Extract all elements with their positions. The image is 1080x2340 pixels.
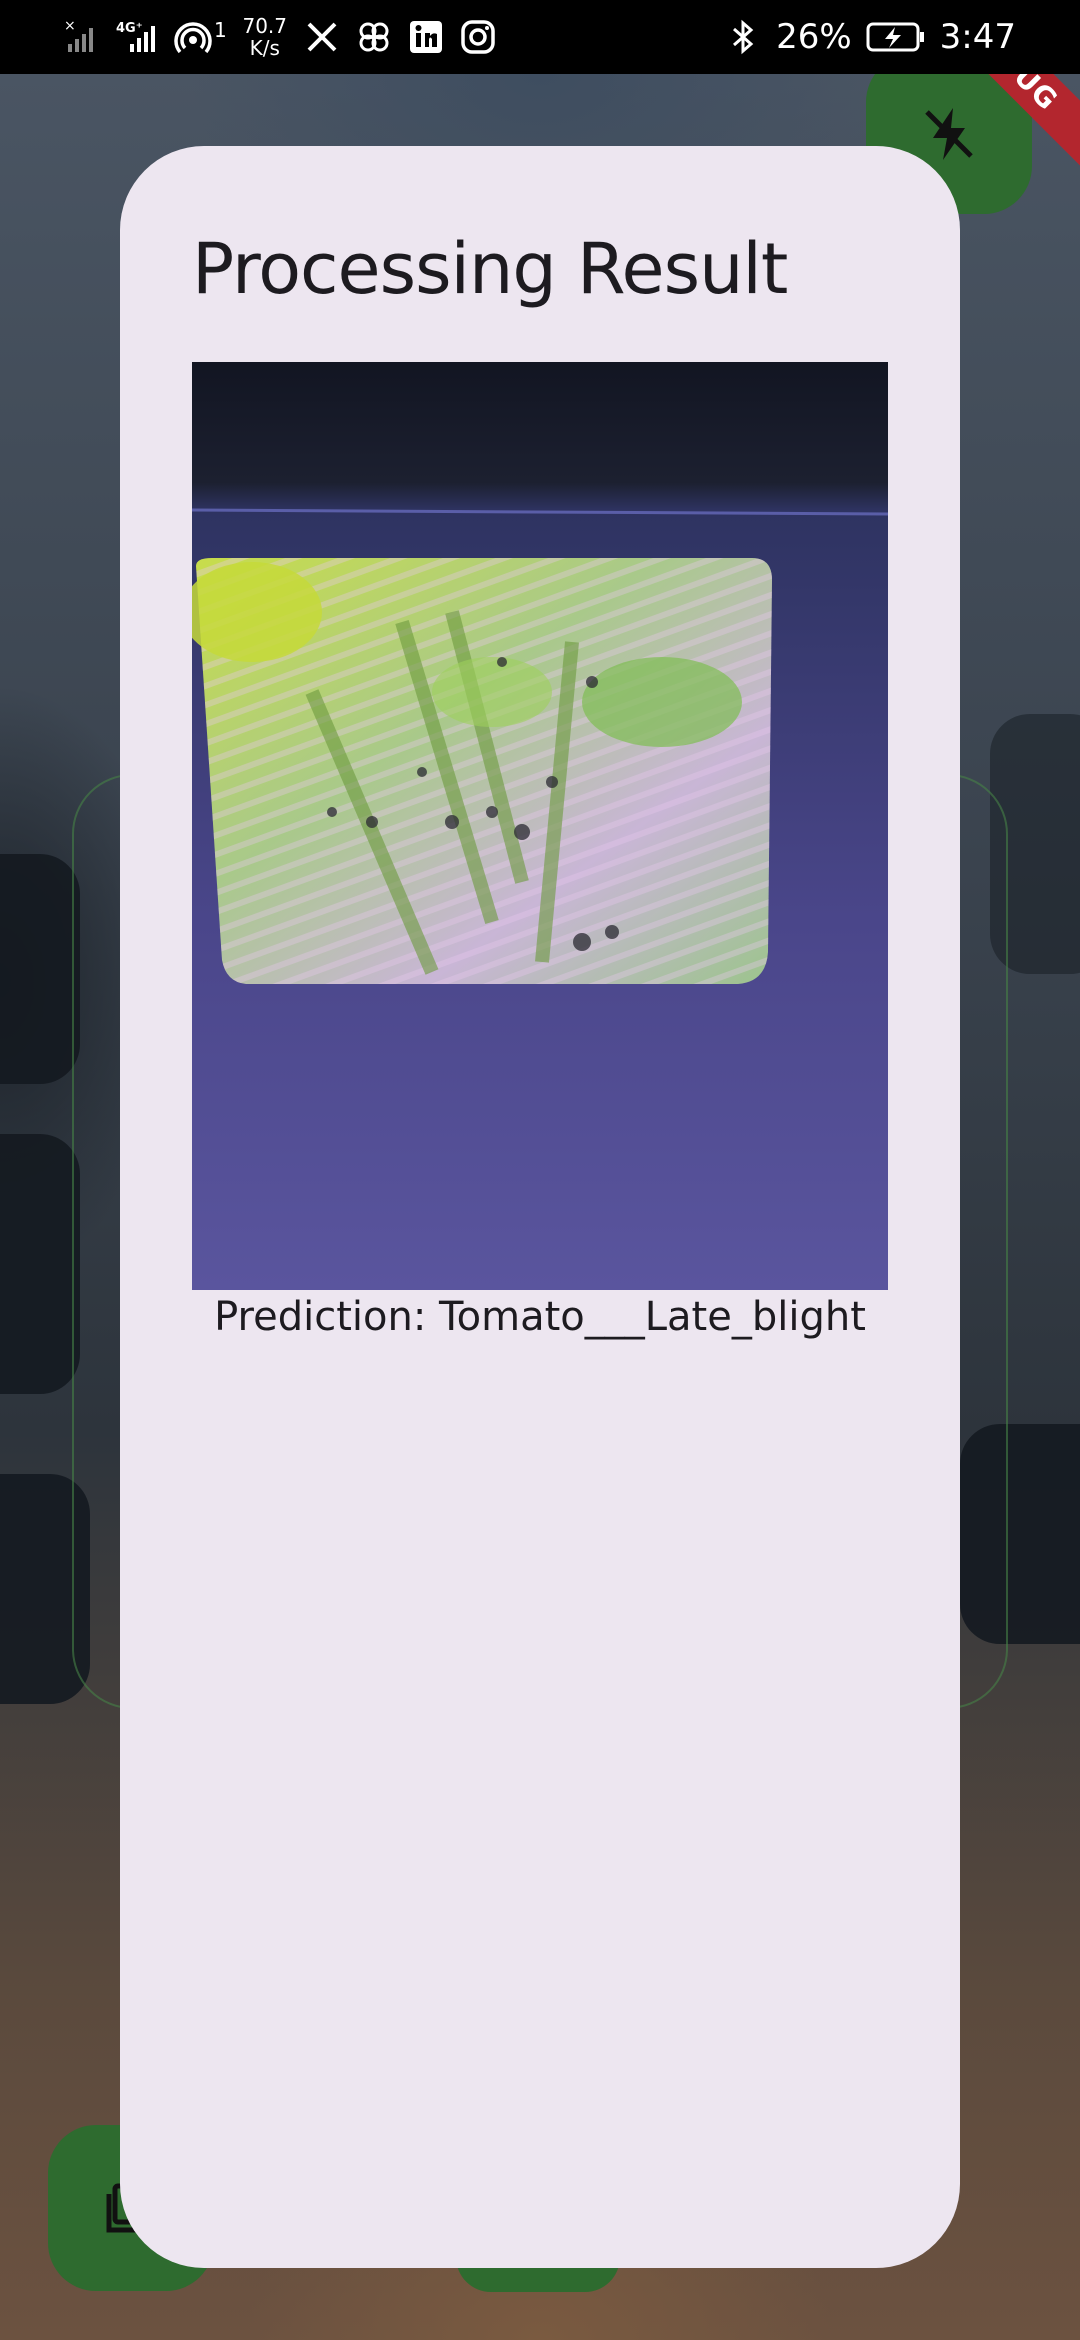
speed-value: 70.7 xyxy=(242,14,287,38)
battery-charging-icon xyxy=(866,22,924,52)
no-sim-signal-icon: × xyxy=(64,18,93,52)
flash-off-icon xyxy=(925,108,973,160)
processing-result-dialog: Processing Result Prediction: Tomato___L… xyxy=(120,146,960,2268)
leaf-photo xyxy=(192,362,888,1290)
result-image xyxy=(192,362,888,1290)
keyboard-key-shape xyxy=(0,1134,80,1394)
status-bar: × 4G⁺ 1 70.7 K/s 26% 3:47 xyxy=(0,0,1080,74)
hotspot-count: 1 xyxy=(214,18,227,42)
dialog-title: Processing Result xyxy=(192,228,788,310)
x-icon xyxy=(307,22,337,52)
svg-text:×: × xyxy=(64,18,76,34)
network-type-label: 4G⁺ xyxy=(116,21,143,36)
speed-unit: K/s xyxy=(249,36,280,60)
status-bar-right: 26% 3:47 xyxy=(724,17,1016,57)
hotspot-icon xyxy=(174,22,212,54)
status-bar-left: × 4G⁺ 1 70.7 K/s xyxy=(64,15,497,59)
prediction-label: Prediction: Tomato___Late_blight xyxy=(214,1294,866,1340)
keyboard-key-shape xyxy=(0,854,80,1084)
screen: × 4G⁺ 1 70.7 K/s 26% 3:47 Processing Res… xyxy=(0,0,1080,2340)
network-speed: 70.7 K/s xyxy=(241,15,289,59)
pinwheel-icon xyxy=(359,22,389,52)
linkedin-icon xyxy=(409,21,442,53)
instagram-icon xyxy=(460,20,495,54)
clock: 3:47 xyxy=(939,17,1016,57)
battery-percent: 26% xyxy=(776,17,852,57)
bluetooth-icon xyxy=(733,19,754,55)
signal-icon: 4G⁺ xyxy=(116,21,155,52)
